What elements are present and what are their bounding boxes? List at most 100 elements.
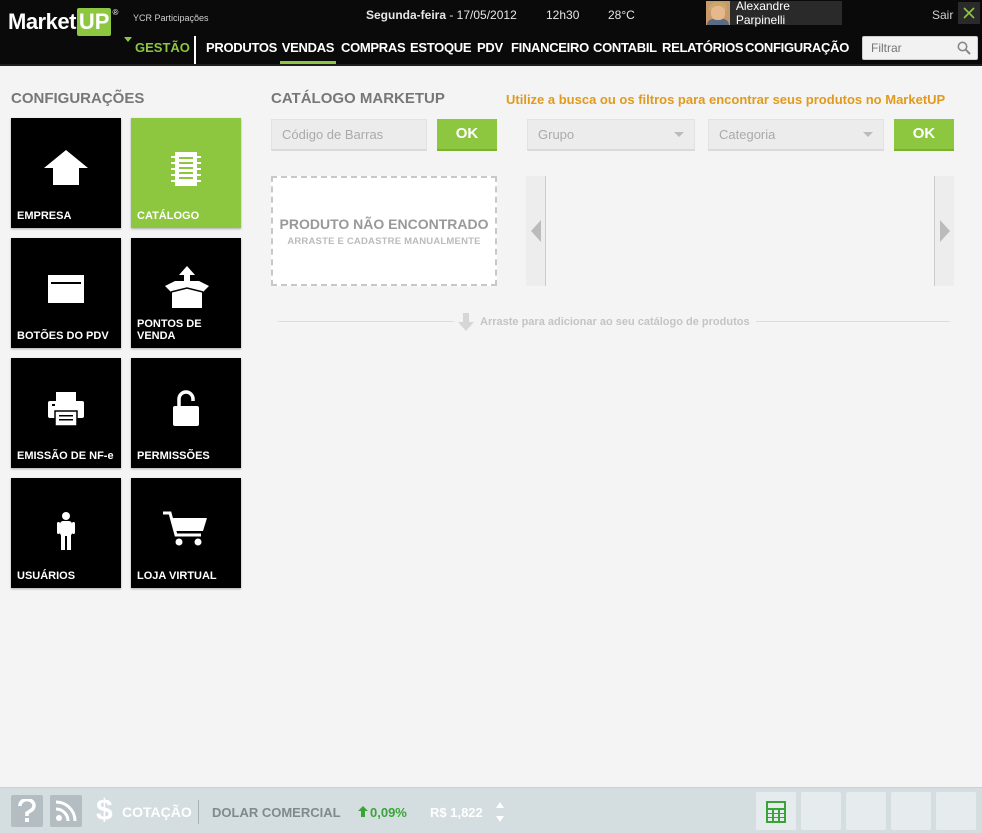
avatar (706, 1, 730, 25)
arrow-left-icon (531, 220, 541, 242)
nav-item-pdv[interactable]: PDV (477, 40, 503, 56)
marketup-logo[interactable]: Market UP ® (8, 8, 118, 36)
company-name: YCR Participações (133, 13, 209, 23)
calculator-button[interactable] (756, 792, 796, 830)
time-display: 12h30 (546, 8, 580, 22)
tile-label: PONTOS DE VENDA (137, 318, 202, 342)
help-button[interactable] (11, 795, 43, 827)
tile-loja-virtual[interactable]: LOJA VIRTUAL (131, 478, 241, 588)
cart-icon (163, 511, 207, 546)
chevron-down-icon (124, 37, 132, 42)
tile-label: EMISSÃO DE NF-e (17, 450, 114, 462)
rss-icon (55, 800, 77, 822)
chevron-down-icon (863, 132, 873, 137)
dolar-change: 0,09% (358, 805, 407, 820)
unlock-icon (173, 390, 199, 426)
filter-ok-button[interactable]: OK (894, 119, 954, 151)
close-button[interactable] (958, 2, 980, 24)
page-title: CATÁLOGO MARKETUP (271, 90, 445, 107)
barcode-ok-button[interactable]: OK (437, 119, 497, 151)
nav-item-relatorios[interactable]: RELATÓRIOS (662, 40, 744, 56)
footer-divider (198, 800, 199, 824)
dollar-icon: $ (96, 794, 113, 827)
category-select-label: Categoria (719, 127, 776, 142)
cotacao-label: COTAÇÃO (122, 804, 192, 820)
question-icon (18, 799, 36, 822)
tile-botoes-pdv[interactable]: BOTÕES DO PDV (11, 238, 121, 348)
tile-label: USUÁRIOS (17, 570, 76, 582)
tile-emissao-nfe[interactable]: EMISSÃO DE NF-e (11, 358, 121, 468)
arrow-down-icon (458, 313, 474, 331)
temperature-display: 28°C (608, 8, 635, 22)
date-display: Segunda-feira - 17/05/2012 (366, 8, 517, 22)
weekday: Segunda-feira (366, 8, 447, 22)
category-select[interactable]: Categoria (708, 119, 884, 151)
shortcut-slot[interactable] (801, 792, 841, 830)
arrow-right-icon (940, 220, 950, 242)
not-found-title: PRODUTO NÃO ENCONTRADO (279, 216, 489, 232)
arrow-up-icon (358, 806, 368, 817)
bottom-bar: $ COTAÇÃO DOLAR COMERCIAL 0,09% R$ 1,822 (0, 787, 982, 833)
catalog-icon (171, 152, 201, 186)
nav-item-compras[interactable]: COMPRAS (341, 40, 406, 56)
dolar-value: R$ 1,822 (430, 805, 483, 820)
product-drop-zone[interactable]: PRODUTO NÃO ENCONTRADO ARRASTE E CADASTR… (271, 176, 497, 286)
tile-permissoes[interactable]: PERMISSÕES (131, 358, 241, 468)
tile-label: BOTÕES DO PDV (17, 330, 109, 342)
drag-hint-text: Arraste para adicionar ao seu catálogo d… (480, 316, 750, 328)
rss-button[interactable] (50, 795, 82, 827)
nav-item-vendas[interactable]: VENDAS (280, 40, 336, 64)
printer-icon (48, 392, 84, 426)
updown-icon[interactable] (496, 802, 504, 824)
nav-item-financeiro[interactable]: FINANCEIRO (511, 40, 589, 56)
logo-reg: ® (112, 8, 119, 17)
dolar-label: DOLAR COMERCIAL (212, 805, 341, 820)
calculator-icon (766, 801, 786, 823)
dolar-change-value: 0,09% (370, 805, 407, 820)
nav-gestao-label: GESTÃO (135, 40, 190, 55)
shortcut-slot[interactable] (846, 792, 886, 830)
nav-item-configuracao[interactable]: CONFIGURAÇÃO (745, 40, 849, 56)
window-icon (48, 275, 84, 303)
not-found-subtitle: ARRASTE E CADASTRE MANUALMENTE (287, 236, 481, 247)
tile-catalogo[interactable]: CATÁLOGO (131, 118, 241, 228)
nav-gestao[interactable]: GESTÃO (124, 37, 190, 56)
tile-label: EMPRESA (17, 210, 72, 222)
nav-item-estoque[interactable]: ESTOQUE (410, 40, 472, 56)
logout-link[interactable]: Sair (932, 8, 953, 22)
nav-divider (194, 36, 196, 64)
search-hint: Utilize a busca ou os filtros para encon… (506, 92, 946, 107)
date-value: - 17/05/2012 (446, 8, 517, 22)
nav-item-produtos[interactable]: PRODUTOS (206, 40, 277, 56)
person-icon (57, 512, 75, 550)
tile-label: PERMISSÕES (137, 450, 210, 462)
user-name: Alexandre Parpinelli (735, 0, 790, 27)
filter-box (862, 36, 978, 60)
top-bar: Market UP ® YCR Participações Segunda-feir… (0, 0, 982, 66)
nav-item-contabil[interactable]: CONTABIL (593, 40, 657, 56)
close-icon (963, 7, 975, 19)
product-carousel (526, 176, 954, 286)
tile-usuarios[interactable]: USUÁRIOS (11, 478, 121, 588)
carousel-prev-button[interactable] (526, 176, 546, 286)
logo-text: Market (8, 9, 76, 34)
logo-up: UP (76, 8, 112, 36)
tile-label: LOJA VIRTUAL (137, 570, 217, 582)
group-select-label: Grupo (538, 127, 575, 142)
tile-label: CATÁLOGO (137, 210, 200, 222)
main-nav: GESTÃO PRODUTOS VENDAS COMPRAS ESTOQUE P… (0, 36, 982, 66)
box-upload-icon (165, 266, 209, 308)
user-menu[interactable]: Alexandre Parpinelli (706, 0, 842, 27)
group-select[interactable]: Grupo (527, 119, 695, 151)
barcode-input[interactable]: Código de Barras (271, 119, 427, 151)
search-icon[interactable] (957, 41, 971, 55)
tile-pontos-venda[interactable]: PONTOS DE VENDA (131, 238, 241, 348)
drag-hint: Arraste para adicionar ao seu catálogo d… (454, 313, 756, 331)
shortcut-slot[interactable] (891, 792, 931, 830)
house-icon (44, 150, 88, 185)
chevron-down-icon (674, 132, 684, 137)
tile-empresa[interactable]: EMPRESA (11, 118, 121, 228)
carousel-next-button[interactable] (934, 176, 954, 286)
filter-input[interactable] (863, 37, 953, 59)
shortcut-slot[interactable] (936, 792, 976, 830)
